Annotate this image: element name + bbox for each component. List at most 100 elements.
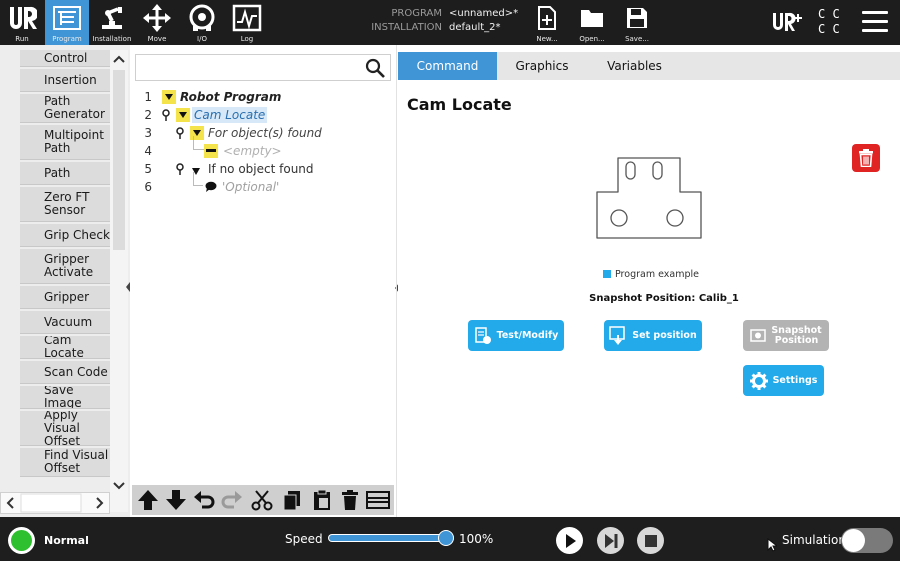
log-tab[interactable]: Log: [225, 0, 269, 45]
save-label: Save...: [625, 35, 649, 43]
snapshot-position-text: Snapshot Position: Calib_1: [589, 293, 739, 304]
node-item[interactable]: Force Control: [20, 50, 110, 67]
new-file-icon: [525, 3, 569, 33]
save-button[interactable]: Save...: [615, 0, 659, 45]
scroll-left-icon: [6, 497, 14, 509]
tree-row-robot-program[interactable]: 1 Robot Program: [132, 88, 394, 106]
node-item[interactable]: Scan Code: [20, 361, 110, 384]
program-example-link[interactable]: Program example: [603, 268, 699, 280]
tab-command[interactable]: Command: [398, 52, 497, 80]
io-label: I/O: [197, 35, 207, 43]
node-item[interactable]: Save Image: [20, 386, 110, 409]
move-up-icon[interactable]: [136, 488, 160, 512]
tree-node-label: <empty>: [223, 144, 282, 158]
page-title: Cam Locate: [407, 95, 512, 114]
move-tab[interactable]: Move: [135, 0, 179, 45]
open-folder-icon: [570, 3, 614, 33]
log-label: Log: [240, 35, 254, 43]
open-button[interactable]: Open...: [570, 0, 614, 45]
comment-icon: [205, 181, 217, 195]
tab-graphics[interactable]: Graphics: [497, 52, 587, 80]
hamburger-menu-icon[interactable]: [862, 11, 890, 33]
speed-slider[interactable]: [328, 530, 454, 546]
delete-icon[interactable]: [338, 488, 362, 512]
ur-logo-icon: [0, 3, 44, 33]
scroll-right-icon: [96, 497, 104, 509]
search-icon[interactable]: [364, 57, 386, 79]
node-item[interactable]: Path: [20, 162, 110, 185]
io-tab[interactable]: I/O: [180, 0, 224, 45]
tree-row-optional[interactable]: 6 'Optional': [132, 172, 394, 196]
node-item[interactable]: Gripper Activate: [20, 249, 110, 284]
paste-icon[interactable]: [310, 488, 334, 512]
node-item[interactable]: Apply Visual Offset: [20, 411, 110, 446]
simulation-toggle-knob: [842, 529, 865, 552]
cut-icon[interactable]: [250, 488, 274, 512]
program-tab[interactable]: Program: [45, 0, 89, 45]
log-chart-icon: [225, 3, 269, 33]
pin-icon: [176, 127, 184, 139]
search-field[interactable]: [138, 57, 362, 78]
redo-icon[interactable]: [220, 488, 244, 512]
program-nodes-panel: Force Control InsertionPath GeneratorMult…: [0, 45, 130, 517]
status-indicator-icon: [11, 530, 32, 551]
io-icon: [180, 3, 224, 33]
program-tree-panel: 1 Robot Program 2 Cam Locate 3 For objec…: [132, 45, 394, 517]
scroll-up-icon: [113, 55, 125, 63]
node-list-hscrollbar[interactable]: [0, 492, 110, 514]
search-input[interactable]: [135, 54, 391, 81]
move-down-icon[interactable]: [164, 488, 188, 512]
snapshot-position-button[interactable]: Snapshot Position: [743, 320, 829, 351]
panel-splitter-left[interactable]: [126, 277, 130, 292]
simulation-toggle[interactable]: [841, 528, 893, 553]
line-number: 4: [144, 144, 152, 158]
tab-variables[interactable]: Variables: [587, 52, 682, 80]
delete-node-button[interactable]: [852, 144, 880, 172]
node-item[interactable]: Zero FT Sensor: [20, 187, 110, 222]
speed-slider-knob[interactable]: [438, 530, 454, 546]
top-bar: Run Program Installation Move I/O Log PR…: [0, 0, 900, 45]
tree-row-for-objects-found[interactable]: 3 For object(s) found: [132, 124, 394, 142]
open-label: Open...: [579, 35, 605, 43]
collapse-arrow-icon[interactable]: [162, 90, 176, 104]
settings-button[interactable]: Settings: [743, 365, 824, 396]
set-position-button[interactable]: Set position: [604, 320, 702, 351]
node-item[interactable]: Find Visual Offset: [20, 448, 110, 477]
node-item[interactable]: Grip Check: [20, 224, 110, 247]
tab-bar: Command Graphics Variables: [398, 52, 900, 80]
pin-icon: [162, 109, 170, 121]
node-item[interactable]: Path Generator: [20, 94, 110, 123]
node-item[interactable]: Insertion: [20, 69, 110, 92]
new-button[interactable]: New...: [525, 0, 569, 45]
installation-tab[interactable]: Installation: [90, 0, 134, 45]
test-modify-button[interactable]: Test/Modify: [468, 320, 564, 351]
play-button[interactable]: [556, 527, 583, 554]
set-position-label: Set position: [632, 330, 697, 341]
copy-icon[interactable]: [280, 488, 304, 512]
node-item[interactable]: Vacuum: [20, 311, 110, 334]
suppress-icon[interactable]: [366, 488, 390, 512]
tree-row-cam-locate[interactable]: 2 Cam Locate: [132, 106, 394, 124]
node-item[interactable]: Cam Locate: [20, 336, 110, 359]
status-text: Normal: [44, 534, 89, 547]
bottom-bar: Normal Speed 100% Simulation: [0, 517, 900, 561]
run-tab[interactable]: Run: [0, 0, 44, 45]
undo-icon[interactable]: [192, 488, 216, 512]
collapse-arrow-icon[interactable]: [176, 108, 190, 122]
cursor-icon: [767, 537, 779, 556]
link-icon: [603, 270, 611, 278]
step-button[interactable]: [597, 527, 624, 554]
node-item[interactable]: Gripper: [20, 286, 110, 309]
scroll-down-icon: [113, 482, 125, 490]
urplus-button[interactable]: [771, 11, 803, 33]
tree-row-empty[interactable]: 4 <empty>: [132, 136, 394, 160]
tree-row-if-no-object[interactable]: 5 If no object found: [132, 160, 394, 178]
tree-toolbar: [132, 485, 394, 515]
command-panel: Command Graphics Variables Cam Locate Pr…: [398, 52, 900, 517]
node-item[interactable]: Multipoint Path: [20, 125, 110, 160]
robot-status-button[interactable]: [8, 527, 35, 554]
simulation-label: Simulation: [782, 533, 846, 547]
stop-button[interactable]: [637, 527, 664, 554]
line-number: 1: [144, 90, 152, 104]
speed-label: Speed: [285, 532, 323, 546]
